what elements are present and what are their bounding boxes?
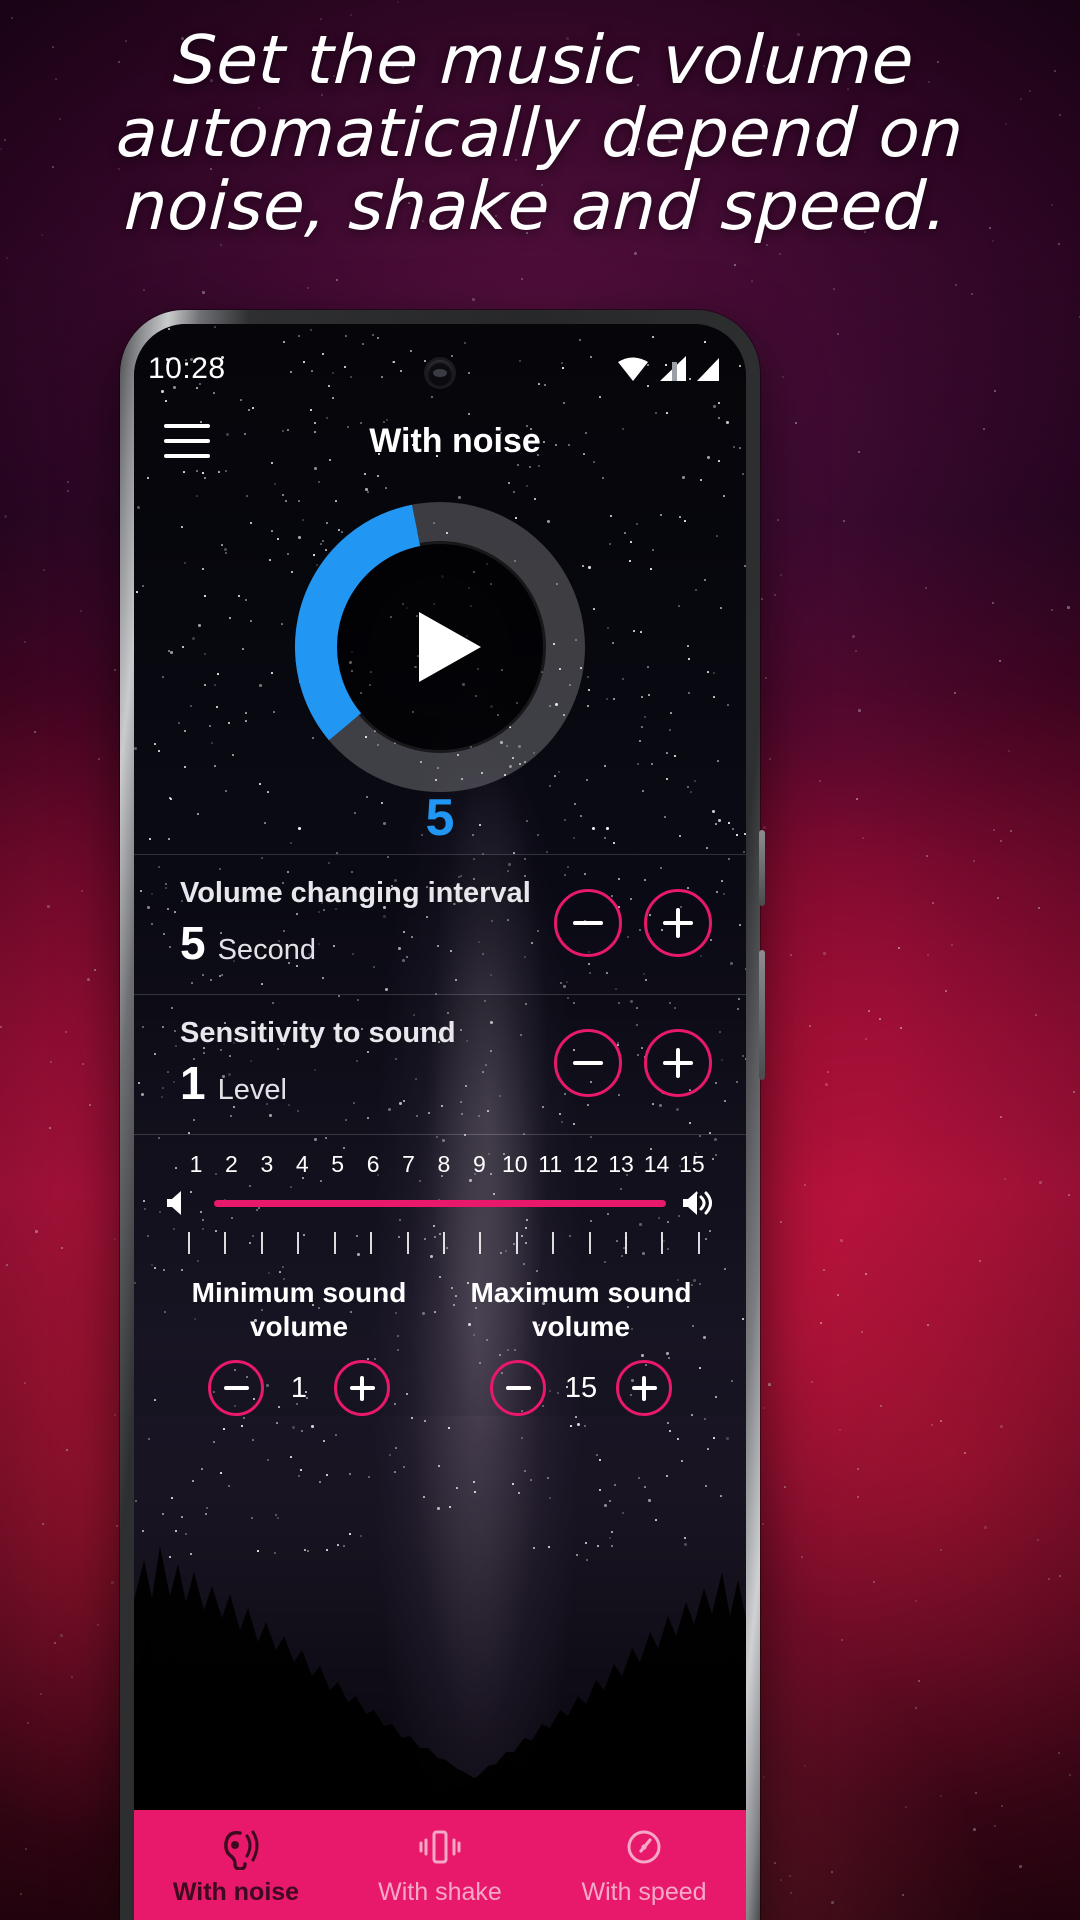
status-clock: 10:28 <box>148 352 226 385</box>
range-tick-number: 14 <box>643 1151 670 1177</box>
range-tick-mark <box>552 1232 555 1254</box>
hamburger-menu-icon[interactable] <box>164 424 210 458</box>
range-tick-mark <box>406 1232 409 1254</box>
range-tick-mark <box>588 1232 591 1254</box>
range-tick-number: 12 <box>572 1151 599 1177</box>
range-tick-mark <box>260 1232 263 1254</box>
range-slider-track[interactable] <box>214 1199 666 1207</box>
increment-button-volume-interval[interactable] <box>644 889 712 957</box>
minus-icon <box>505 1386 531 1390</box>
dial-value: 5 <box>425 789 455 847</box>
plus-icon-vertical <box>360 1375 364 1401</box>
range-tick-number: 10 <box>502 1151 528 1177</box>
minimum-volume-stepper: 1 <box>158 1360 440 1416</box>
range-tick-number: 13 <box>608 1151 634 1177</box>
cellular-signal-icon <box>696 356 720 382</box>
cellular-signal-icon <box>659 356 687 382</box>
headline-line-1: Set the music volume <box>171 21 916 99</box>
increment-button-sensitivity[interactable] <box>644 1029 712 1097</box>
increment-button-min-volume[interactable] <box>334 1360 390 1416</box>
phone-screen: 10:28 With noise 5 Volume changing inter… <box>134 324 746 1920</box>
range-tick-mark <box>333 1232 336 1254</box>
range-tick-mark <box>188 1232 190 1254</box>
range-tick-number: 1 <box>189 1151 203 1177</box>
volume-high-icon <box>678 1186 722 1220</box>
minus-icon <box>223 1386 249 1390</box>
volume-dial-section: 5 <box>134 502 746 847</box>
increment-button-max-volume[interactable] <box>616 1360 672 1416</box>
decrement-button-min-volume[interactable] <box>208 1360 264 1416</box>
range-tick-mark <box>370 1232 373 1254</box>
range-tick-numbers: 1 2 3 4 5 6 7 8 9 10 11 12 13 14 15 <box>134 1151 746 1178</box>
range-tick-number: 3 <box>260 1151 274 1177</box>
decrement-button-max-volume[interactable] <box>490 1360 546 1416</box>
range-tick-number: 4 <box>295 1151 309 1177</box>
maximum-volume-value: 15 <box>564 1371 598 1404</box>
maximum-volume-label: Maximum sound volume <box>470 1277 692 1342</box>
range-tick-marks <box>134 1220 746 1254</box>
decrement-button-volume-interval[interactable] <box>554 889 622 957</box>
minimum-volume-label: Minimum sound volume <box>191 1277 407 1342</box>
app-title: With noise <box>369 421 541 460</box>
range-tick-number: 15 <box>679 1151 705 1177</box>
volume-low-icon <box>158 1186 202 1220</box>
setting-steppers <box>554 1029 712 1097</box>
nav-label: With noise <box>172 1878 300 1906</box>
status-system-icons <box>616 356 720 382</box>
volume-dial[interactable] <box>295 502 585 792</box>
range-tick-mark <box>625 1232 628 1254</box>
setting-unit: Second <box>217 934 316 966</box>
front-camera-punchhole <box>427 360 453 386</box>
min-max-steppers: 1 15 <box>134 1344 746 1416</box>
wifi-icon <box>616 356 650 382</box>
ear-noise-icon <box>213 1824 259 1870</box>
nav-item-with-noise[interactable]: With noise <box>134 1810 338 1920</box>
nav-item-with-shake[interactable]: With shake <box>338 1810 542 1920</box>
plus-icon-vertical <box>676 908 680 938</box>
nav-item-with-speed[interactable]: With speed <box>542 1810 746 1920</box>
range-tick-mark <box>442 1232 445 1254</box>
setting-row-volume-interval: Volume changing interval 5 Second <box>134 854 746 994</box>
range-tick-number: 9 <box>472 1151 486 1177</box>
minus-icon <box>573 1061 603 1065</box>
promo-headline: Set the music volume automatically depen… <box>0 21 1080 245</box>
headline-line-2: automatically depend on <box>114 94 966 172</box>
range-tick-mark <box>479 1232 482 1254</box>
plus-icon-vertical <box>676 1048 680 1078</box>
range-tick-mark <box>515 1232 518 1254</box>
vibrate-icon <box>417 1824 463 1870</box>
treeline-silhouette <box>134 1546 746 1810</box>
bottom-navigation: With noise With shake With speed <box>134 1810 746 1920</box>
range-tick-mark <box>297 1232 300 1254</box>
maximum-volume-stepper: 15 <box>440 1360 722 1416</box>
setting-row-sensitivity: Sensitivity to sound 1 Level <box>134 994 746 1134</box>
range-tick-number: 7 <box>402 1151 415 1177</box>
app-bar: With noise <box>134 398 746 484</box>
plus-icon-vertical <box>642 1375 646 1401</box>
range-tick-mark <box>697 1232 700 1254</box>
phone-mockup: 10:28 With noise 5 Volume changing inter… <box>120 310 765 1920</box>
setting-value: 5 <box>180 917 206 969</box>
speedometer-icon <box>621 1824 667 1870</box>
volume-range-section: 1 2 3 4 5 6 7 8 9 10 11 12 13 14 15 Minimum sound volu… <box>134 1134 746 1416</box>
settings-list: Volume changing interval 5 Second Sensit… <box>134 854 746 1134</box>
setting-unit: Level <box>217 1074 287 1106</box>
minus-icon <box>573 921 603 925</box>
nav-label: With shake <box>378 1878 502 1906</box>
setting-steppers <box>554 889 712 957</box>
range-tick-number: 8 <box>437 1151 451 1177</box>
setting-value: 1 <box>180 1057 206 1109</box>
decrement-button-sensitivity[interactable] <box>554 1029 622 1097</box>
range-tick-number: 2 <box>225 1151 238 1177</box>
range-tick-number: 11 <box>538 1151 563 1177</box>
min-max-labels: Minimum sound volume Maximum sound volum… <box>134 1254 746 1344</box>
range-tick-number: 6 <box>366 1151 380 1177</box>
nav-label: With speed <box>581 1878 707 1906</box>
range-tick-mark <box>661 1232 664 1254</box>
range-tick-mark <box>224 1232 227 1254</box>
range-tick-number: 5 <box>331 1151 345 1177</box>
minimum-volume-value: 1 <box>290 1371 308 1404</box>
range-track-row <box>134 1186 746 1220</box>
headline-line-3: noise, shake and speed. <box>122 167 950 245</box>
